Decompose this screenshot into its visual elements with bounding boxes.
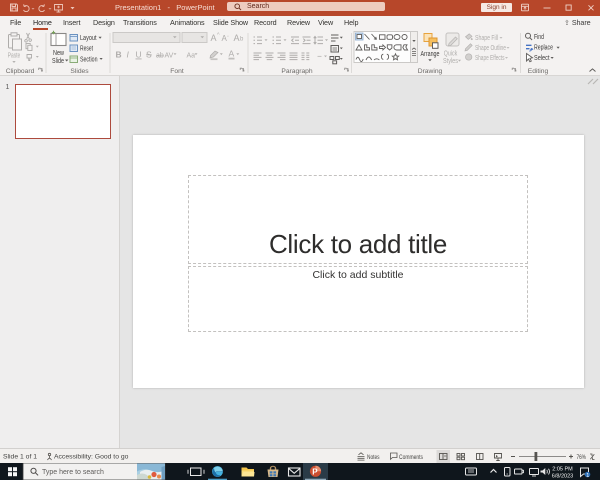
svg-text:Comments: Comments [399, 454, 423, 461]
svg-text:76%: 76% [577, 454, 587, 461]
svg-text:ˇ: ˇ [227, 36, 229, 42]
svg-text:Paste: Paste [8, 53, 21, 60]
svg-text:Aa: Aa [187, 53, 196, 60]
svg-text:A: A [234, 33, 240, 43]
svg-text:Editing: Editing [528, 68, 549, 75]
svg-text:Shape Outline: Shape Outline [475, 45, 506, 52]
svg-text:B: B [116, 50, 122, 60]
svg-text:I: I [127, 50, 130, 60]
svg-text:Type here to search: Type here to search [42, 469, 104, 476]
svg-text:Styles: Styles [443, 58, 458, 65]
svg-text:b: b [240, 37, 244, 43]
svg-text:Quick: Quick [444, 51, 458, 58]
svg-text:U: U [136, 50, 142, 60]
svg-text:AV: AV [165, 53, 174, 60]
svg-text:Slide 1 of 1: Slide 1 of 1 [3, 454, 37, 461]
svg-text:A: A [211, 33, 217, 43]
svg-text:Drawing: Drawing [418, 68, 443, 75]
svg-text:Slides: Slides [70, 68, 89, 75]
svg-text:Layout: Layout [80, 35, 97, 42]
svg-text:Find: Find [534, 34, 544, 41]
svg-text:Select: Select [534, 55, 550, 62]
svg-text:6/8/2023: 6/8/2023 [552, 474, 573, 480]
svg-text:A: A [229, 49, 235, 59]
svg-text:2:05 PM: 2:05 PM [552, 467, 573, 473]
svg-text:S: S [146, 50, 152, 60]
svg-text:Clipboard: Clipboard [6, 68, 35, 75]
svg-text:Replace: Replace [534, 45, 553, 52]
svg-text:1: 1 [586, 473, 589, 479]
svg-text:New: New [53, 50, 65, 57]
svg-text:Paragraph: Paragraph [281, 68, 313, 75]
svg-text:P: P [312, 467, 318, 476]
svg-text:Section: Section [80, 57, 98, 64]
svg-text:Notes: Notes [367, 454, 380, 461]
svg-text:Shape Effects: Shape Effects [475, 55, 505, 62]
svg-text:Arrange: Arrange [421, 51, 440, 58]
svg-text:ab: ab [156, 53, 164, 60]
svg-text:Accessibility: Good to go: Accessibility: Good to go [54, 454, 129, 461]
svg-text:Font: Font [170, 68, 184, 75]
svg-text:Shape Fill: Shape Fill [475, 35, 498, 42]
svg-text:Slide: Slide [52, 58, 64, 65]
svg-text:^: ^ [217, 33, 220, 39]
svg-text:Reset: Reset [80, 46, 93, 53]
